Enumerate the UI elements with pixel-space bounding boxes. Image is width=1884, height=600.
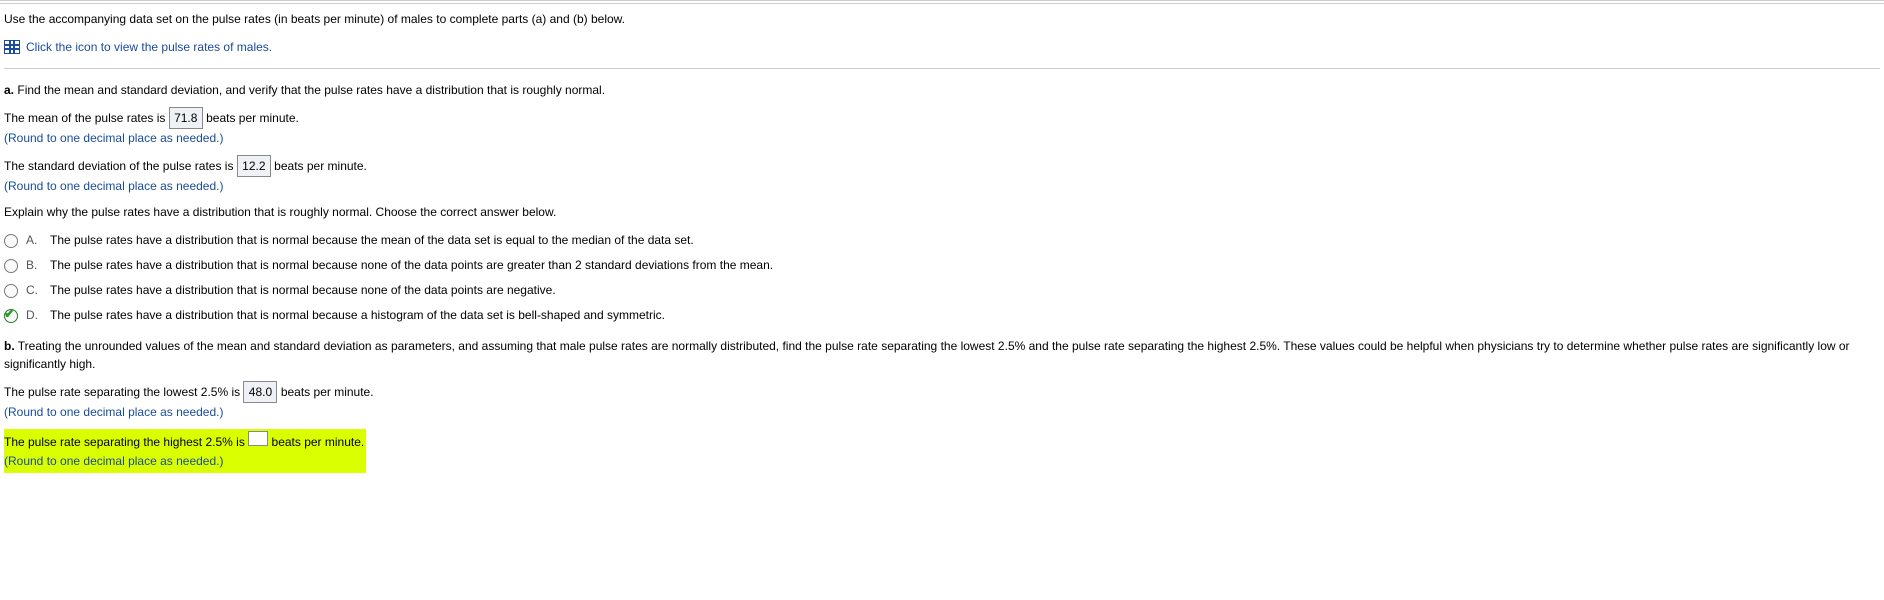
part-b-prefix: b. [4,339,15,353]
low-hint: (Round to one decimal place as needed.) [4,405,223,419]
high-line-highlight: The pulse rate separating the highest 2.… [4,429,366,473]
option-a[interactable]: A. The pulse rates have a distribution t… [4,229,1880,254]
low-input[interactable]: 48.0 [243,381,277,403]
std-post: beats per minute. [274,159,367,173]
option-text: The pulse rates have a distribution that… [50,283,1880,297]
part-a-text: Find the mean and standard deviation, an… [17,83,605,97]
option-text: The pulse rates have a distribution that… [50,233,1880,247]
high-hint: (Round to one decimal place as needed.) [4,454,223,468]
data-link-text: Click the icon to view the pulse rates o… [26,40,272,54]
option-letter: B. [26,258,42,272]
mean-input[interactable]: 71.8 [169,107,203,129]
mean-post: beats per minute. [206,111,299,125]
option-text: The pulse rates have a distribution that… [50,258,1880,272]
std-pre: The standard deviation of the pulse rate… [4,159,233,173]
part-a-prefix: a. [4,83,14,97]
part-a-prompt: a. Find the mean and standard deviation,… [4,81,1880,99]
option-letter: A. [26,233,42,247]
option-letter: C. [26,283,42,297]
high-post: beats per minute. [272,435,365,449]
low-post: beats per minute. [281,385,374,399]
mean-hint: (Round to one decimal place as needed.) [4,131,223,145]
option-c[interactable]: C. The pulse rates have a distribution t… [4,279,1880,304]
question-intro: Use the accompanying data set on the pul… [4,12,1880,26]
options-group: A. The pulse rates have a distribution t… [4,229,1880,329]
low-pre: The pulse rate separating the lowest 2.5… [4,385,240,399]
option-text: The pulse rates have a distribution that… [50,308,1880,322]
mean-pre: The mean of the pulse rates is [4,111,165,125]
radio-icon [4,284,18,298]
option-d[interactable]: D. The pulse rates have a distribution t… [4,304,1880,329]
part-b-prompt: b. Treating the unrounded values of the … [4,337,1880,373]
explain-prompt: Explain why the pulse rates have a distr… [4,203,1880,221]
std-hint: (Round to one decimal place as needed.) [4,179,223,193]
high-input[interactable] [248,431,268,446]
std-input[interactable]: 12.2 [237,155,271,177]
high-pre: The pulse rate separating the highest 2.… [4,435,245,449]
option-letter: D. [26,308,42,322]
option-b[interactable]: B. The pulse rates have a distribution t… [4,254,1880,279]
radio-icon [4,234,18,248]
table-icon [4,40,20,54]
data-link-row[interactable]: Click the icon to view the pulse rates o… [4,40,1880,54]
part-b-text: Treating the unrounded values of the mea… [4,339,1850,371]
radio-icon [4,259,18,273]
std-line: The standard deviation of the pulse rate… [4,155,1880,195]
radio-icon-selected [4,309,18,323]
low-line: The pulse rate separating the lowest 2.5… [4,381,1880,421]
mean-line: The mean of the pulse rates is 71.8 beat… [4,107,1880,147]
